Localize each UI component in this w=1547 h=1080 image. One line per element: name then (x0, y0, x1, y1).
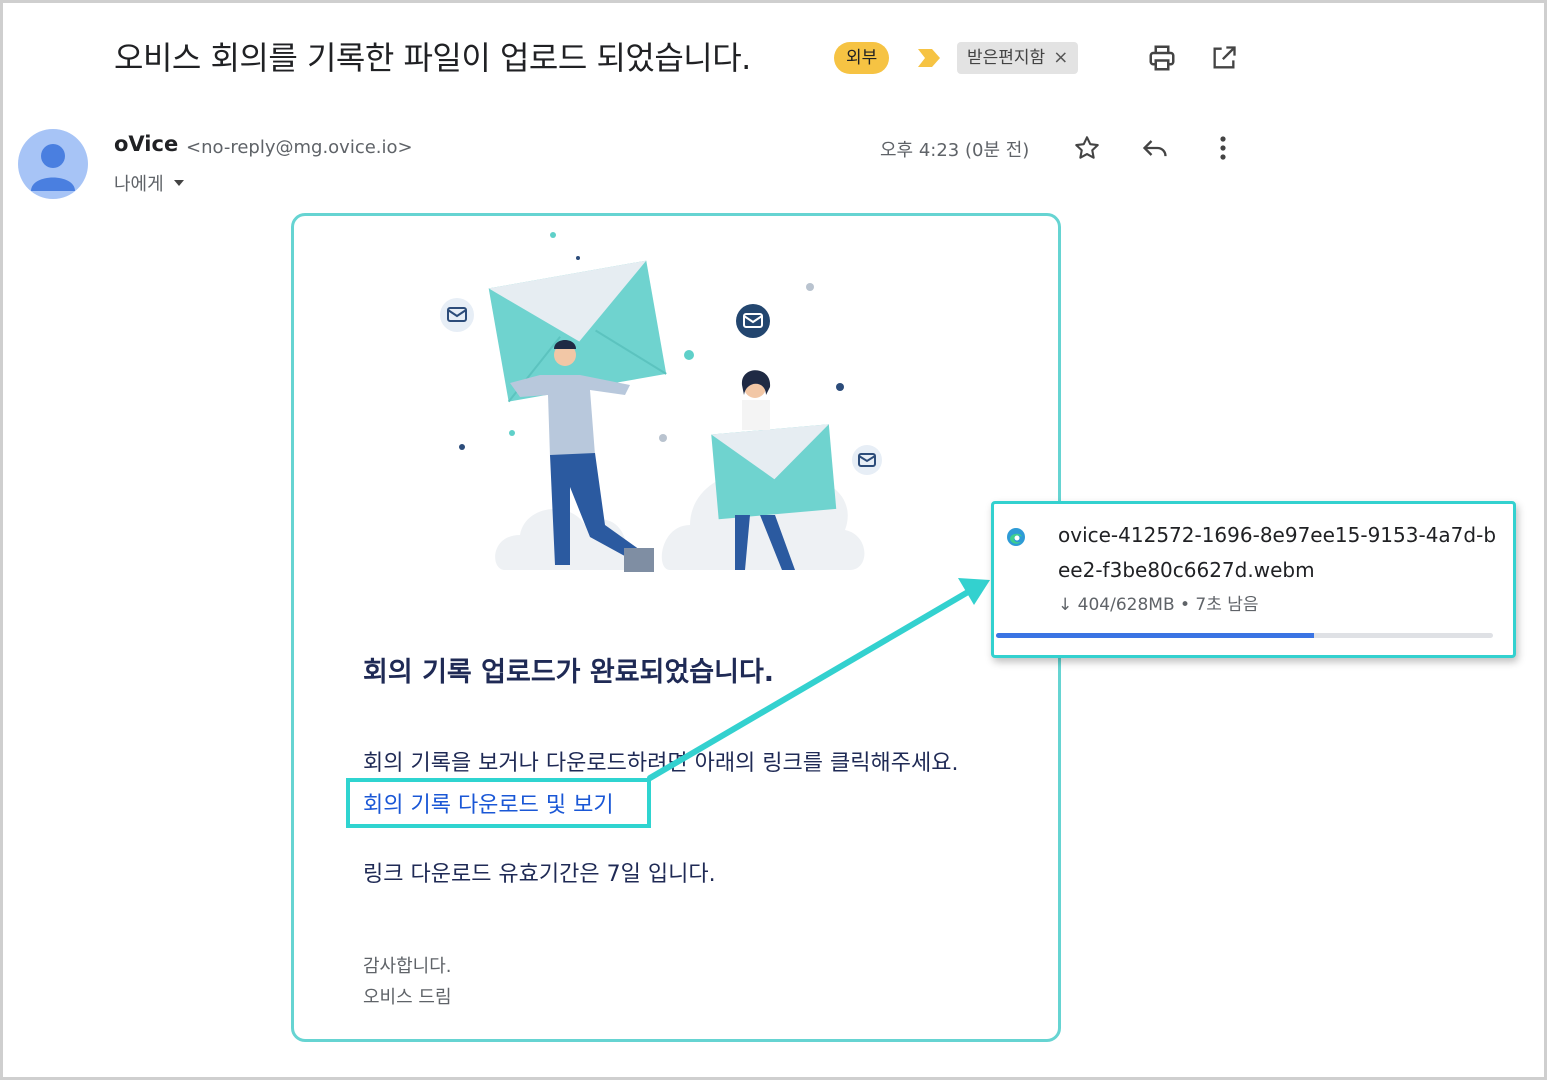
star-icon[interactable] (1070, 131, 1104, 165)
importance-marker-icon[interactable] (915, 46, 943, 70)
body-heading: 회의 기록 업로드가 완료되었습니다. (363, 657, 775, 688)
download-filename: ovice-412572-1696-8e97ee15-9153-4a7d-bee… (1058, 523, 1497, 582)
validity-text: 링크 다운로드 유효기간은 7일 입니다. (363, 862, 716, 887)
open-new-window-icon[interactable] (1207, 41, 1241, 75)
sender-name: oVice (114, 132, 179, 156)
external-label-chip[interactable]: 외부 (834, 42, 890, 74)
download-view-link[interactable]: 회의 기록 다운로드 및 보기 (363, 787, 614, 819)
thanks-text: 감사합니다. (363, 956, 452, 977)
email-timestamp: 오후 4:23 (0분 전) (880, 140, 1030, 161)
email-subject: 오비스 회의를 기록한 파일이 업로드 되었습니다. (114, 39, 751, 77)
download-status: ↓ 404/628MB • 7초 남음 (1058, 595, 1259, 615)
reply-icon[interactable] (1138, 131, 1172, 165)
download-progress-bar (996, 633, 1493, 638)
person-icon (31, 144, 75, 191)
mail-illustration (440, 232, 882, 572)
signature-text: 오비스 드림 (363, 987, 452, 1008)
sender-address: <no-reply@mg.ovice.io> (186, 137, 413, 158)
remove-label-icon[interactable]: × (1053, 42, 1068, 74)
recipient-dropdown[interactable]: 나에게 (114, 170, 186, 196)
recipient-label: 나에게 (114, 174, 164, 195)
inbox-label-text: 받은편지함 (967, 48, 1046, 68)
print-icon[interactable] (1145, 41, 1179, 75)
inbox-label-chip[interactable]: 받은편지함 × (957, 42, 1079, 74)
edge-browser-icon (1007, 528, 1025, 546)
more-vert-icon[interactable] (1206, 131, 1240, 165)
instruction-text: 회의 기록을 보거나 다운로드하려면 아래의 링크를 클릭해주세요. (363, 751, 959, 776)
caret-down-icon (173, 180, 184, 186)
download-progress-fill (996, 633, 1315, 638)
avatar[interactable] (18, 129, 88, 199)
